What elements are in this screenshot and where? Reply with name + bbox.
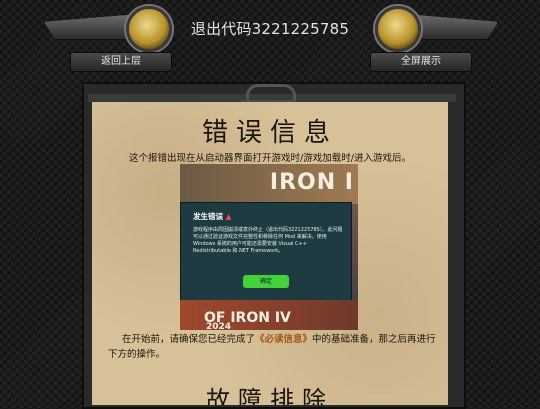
game-banner-top: IRON I xyxy=(180,164,358,204)
dialog-body: 游戏程序由周因崩溃或意外终止（退出代码3221225785）。此问题可以通过验证… xyxy=(193,227,343,254)
dialog-title: 发生错误 ▲ xyxy=(193,212,232,221)
page-title: 退出代码3221225785 xyxy=(190,20,350,38)
fullscreen-button[interactable]: 全屏展示 xyxy=(370,52,472,72)
error-screenshot-image: IRON I 发生错误 ▲ 游戏程序由周因崩溃或意外终止（退出代码3221225… xyxy=(180,164,358,332)
intro-text: 这个报错出现在从启动器界面打开游戏时/游戏加载时/进入游戏后。 xyxy=(129,153,411,164)
section-heading-troubleshoot: 故障排除 xyxy=(206,386,334,405)
document-paper[interactable]: 错误信息 这个报错出现在从启动器界面打开游戏时/游戏加载时/进入游戏后。 IRO… xyxy=(92,102,448,405)
game-title-top: IRON I xyxy=(269,170,354,195)
game-banner-bottom: OF IRON IV 2024 xyxy=(180,300,358,332)
game-year: 2024 xyxy=(206,322,232,332)
must-read-link[interactable]: 《必读信息》 xyxy=(255,334,312,345)
back-button[interactable]: 返回上层 xyxy=(70,52,172,72)
error-dialog: 发生错误 ▲ 游戏程序由周因崩溃或意外终止（退出代码3221225785）。此问… xyxy=(180,202,352,302)
header-ornament-left xyxy=(44,14,138,40)
warning-icon: ▲ xyxy=(225,212,232,221)
dialog-ok-button: 确定 xyxy=(243,275,289,288)
section-heading-error-info: 错误信息 xyxy=(201,118,338,148)
instruction-paragraph: 在开始前，请确保您已经完成了《必读信息》中的基础准备，那之后再进行下方的操作。 xyxy=(108,334,436,360)
